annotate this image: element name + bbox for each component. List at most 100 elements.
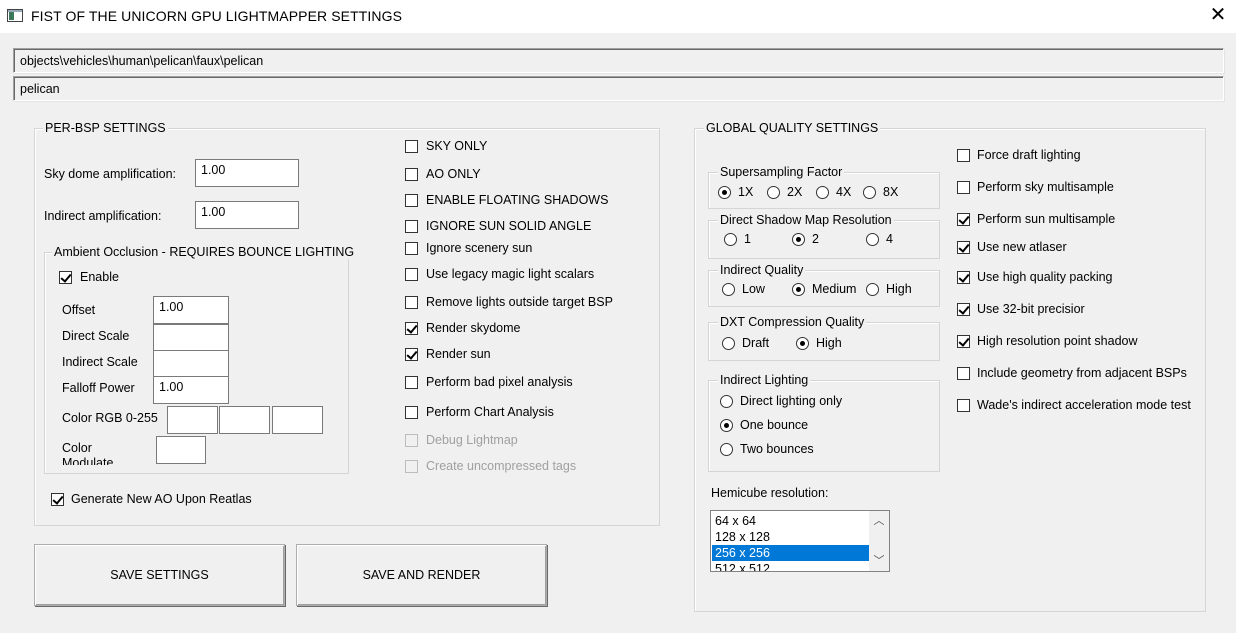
indirect-quality-high-radio[interactable] xyxy=(866,283,879,296)
perform-sun-multisample-checkbox[interactable] xyxy=(957,213,970,226)
save-and-render-button[interactable]: SAVE AND RENDER xyxy=(296,544,547,606)
ao-only-checkbox[interactable] xyxy=(405,168,418,181)
render-skydome-label: Render skydome xyxy=(426,321,521,335)
hemicube-listbox[interactable]: 64 x 64 128 x 128 256 x 256 512 x 512 ︿ ﹀ xyxy=(710,510,890,572)
dxt-quality-draft-radio[interactable] xyxy=(722,337,735,350)
sky-dome-label: Sky dome amplification: xyxy=(44,167,177,181)
hemicube-scrollbar[interactable]: ︿ ﹀ xyxy=(869,511,889,571)
window-title: FIST OF THE UNICORN GPU LIGHTMAPPER SETT… xyxy=(31,8,403,24)
shadow-map-2-radio[interactable] xyxy=(792,233,805,246)
indirect-lighting-direct-lighting-only-radio[interactable] xyxy=(720,395,733,408)
scroll-up-icon[interactable]: ︿ xyxy=(869,511,889,531)
dxt-quality-draft-label: Draft xyxy=(742,336,770,350)
ignore-sun-solid-angle-label: IGNORE SUN SOLID ANGLE xyxy=(426,219,592,233)
tag-path-field: objects\vehicles\human\pelican\faux\peli… xyxy=(13,48,1224,73)
perform-chart-analysis-checkbox[interactable] xyxy=(405,406,418,419)
offset-label: Offset xyxy=(62,303,96,317)
use-high-quality-packing-checkbox[interactable] xyxy=(957,271,970,284)
hemicube-label: Hemicube resolution: xyxy=(711,486,829,500)
wade-s-indirect-acceleration-mode-test-checkbox[interactable] xyxy=(957,399,970,412)
direct-scale-input[interactable] xyxy=(153,324,229,352)
hemicube-item[interactable]: 256 x 256 xyxy=(712,545,869,561)
include-geometry-from-adjacent-bsps-label: Include geometry from adjacent BSPs xyxy=(977,366,1187,380)
shadow-map-1-radio[interactable] xyxy=(724,233,737,246)
use-high-quality-packing-label: Use high quality packing xyxy=(977,270,1113,284)
sky-only-checkbox[interactable] xyxy=(405,140,418,153)
shadow-map-2-label: 2 xyxy=(812,232,819,246)
scroll-down-icon[interactable]: ﹀ xyxy=(869,551,889,571)
save-settings-button[interactable]: SAVE SETTINGS xyxy=(34,544,285,606)
supersampling-2x-label: 2X xyxy=(787,185,803,199)
indirect-lighting-one-bounce-radio[interactable] xyxy=(720,419,733,432)
enable-floating-shadows-checkbox[interactable] xyxy=(405,194,418,207)
shadow-map-title: Direct Shadow Map Resolution xyxy=(718,213,894,227)
debug-lightmap-checkbox xyxy=(405,434,418,447)
ignore-scenery-sun-checkbox[interactable] xyxy=(405,242,418,255)
supersampling-1x-radio[interactable] xyxy=(718,186,731,199)
perform-sky-multisample-checkbox[interactable] xyxy=(957,181,970,194)
remove-lights-outside-target-bsp-checkbox[interactable] xyxy=(405,296,418,309)
use-32-bit-precisior-label: Use 32-bit precisior xyxy=(977,302,1085,316)
hemicube-item[interactable]: 128 x 128 xyxy=(712,529,869,545)
force-draft-lighting-checkbox[interactable] xyxy=(957,149,970,162)
generate-ao-label: Generate New AO Upon Reatlas xyxy=(71,492,252,506)
indirect-scale-input[interactable] xyxy=(153,350,229,378)
indirect-quality-medium-label: Medium xyxy=(812,282,857,296)
indirect-lighting-one-bounce-label: One bounce xyxy=(740,418,809,432)
indirect-amplification-input[interactable]: 1.00 xyxy=(195,201,299,229)
use-new-atlaser-checkbox[interactable] xyxy=(957,241,970,254)
shadow-map-4-radio[interactable] xyxy=(866,233,879,246)
hemicube-item[interactable]: 64 x 64 xyxy=(712,513,869,529)
color-g-input[interactable] xyxy=(219,406,270,434)
color-modulate-input[interactable] xyxy=(156,436,206,464)
indirect-quality-low-radio[interactable] xyxy=(722,283,735,296)
create-uncompressed-tags-checkbox xyxy=(405,460,418,473)
supersampling-4x-radio[interactable] xyxy=(816,186,829,199)
supersampling-1x-label: 1X xyxy=(738,185,754,199)
hemicube-item[interactable]: 512 x 512 xyxy=(712,561,869,571)
supersampling-4x-label: 4X xyxy=(836,185,852,199)
dxt-quality-title: DXT Compression Quality xyxy=(718,315,867,329)
global-quality-settings-title: GLOBAL QUALITY SETTINGS xyxy=(704,121,881,135)
sky-dome-input[interactable]: 1.00 xyxy=(195,159,299,187)
high-resolution-point-shadow-checkbox[interactable] xyxy=(957,335,970,348)
ao-enable-checkbox[interactable] xyxy=(59,271,72,284)
supersampling-2x-radio[interactable] xyxy=(767,186,780,199)
shadow-map-4-label: 4 xyxy=(886,232,893,246)
supersampling-8x-label: 8X xyxy=(883,185,899,199)
indirect-amplification-label: Indirect amplification: xyxy=(44,209,162,223)
ignore-scenery-sun-label: Ignore scenery sun xyxy=(426,241,533,255)
high-resolution-point-shadow-label: High resolution point shadow xyxy=(977,334,1138,348)
generate-ao-checkbox[interactable] xyxy=(51,493,64,506)
perform-bad-pixel-analysis-checkbox[interactable] xyxy=(405,376,418,389)
sky-only-label: SKY ONLY xyxy=(426,139,488,153)
use-new-atlaser-label: Use new atlaser xyxy=(977,240,1067,254)
ignore-sun-solid-angle-checkbox[interactable] xyxy=(405,220,418,233)
wade-s-indirect-acceleration-mode-test-label: Wade's indirect acceleration mode test xyxy=(977,398,1191,412)
enable-floating-shadows-label: ENABLE FLOATING SHADOWS xyxy=(426,193,609,207)
render-sun-checkbox[interactable] xyxy=(405,348,418,361)
falloff-power-input[interactable]: 1.00 xyxy=(153,376,229,404)
use-legacy-magic-light-scalars-checkbox[interactable] xyxy=(405,268,418,281)
dxt-quality-high-label: High xyxy=(816,336,842,350)
indirect-quality-low-label: Low xyxy=(742,282,765,296)
color-modulate-label: Color Modulate xyxy=(62,441,114,465)
app-icon xyxy=(7,9,23,22)
include-geometry-from-adjacent-bsps-checkbox[interactable] xyxy=(957,367,970,380)
dxt-quality-high-radio[interactable] xyxy=(796,337,809,350)
close-icon[interactable]: ✕ xyxy=(1204,3,1232,29)
perform-chart-analysis-label: Perform Chart Analysis xyxy=(426,405,554,419)
offset-input[interactable]: 1.00 xyxy=(153,296,229,324)
indirect-lighting-two-bounces-radio[interactable] xyxy=(720,443,733,456)
supersampling-8x-radio[interactable] xyxy=(863,186,876,199)
create-uncompressed-tags-label: Create uncompressed tags xyxy=(426,459,577,473)
debug-lightmap-label: Debug Lightmap xyxy=(426,433,518,447)
color-r-input[interactable] xyxy=(167,406,218,434)
perform-sun-multisample-label: Perform sun multisample xyxy=(977,212,1116,226)
render-skydome-checkbox[interactable] xyxy=(405,322,418,335)
color-b-input[interactable] xyxy=(272,406,323,434)
use-32-bit-precisior-checkbox[interactable] xyxy=(957,303,970,316)
indirect-quality-medium-radio[interactable] xyxy=(792,283,805,296)
force-draft-lighting-label: Force draft lighting xyxy=(977,148,1081,162)
shadow-map-1-label: 1 xyxy=(744,232,751,246)
